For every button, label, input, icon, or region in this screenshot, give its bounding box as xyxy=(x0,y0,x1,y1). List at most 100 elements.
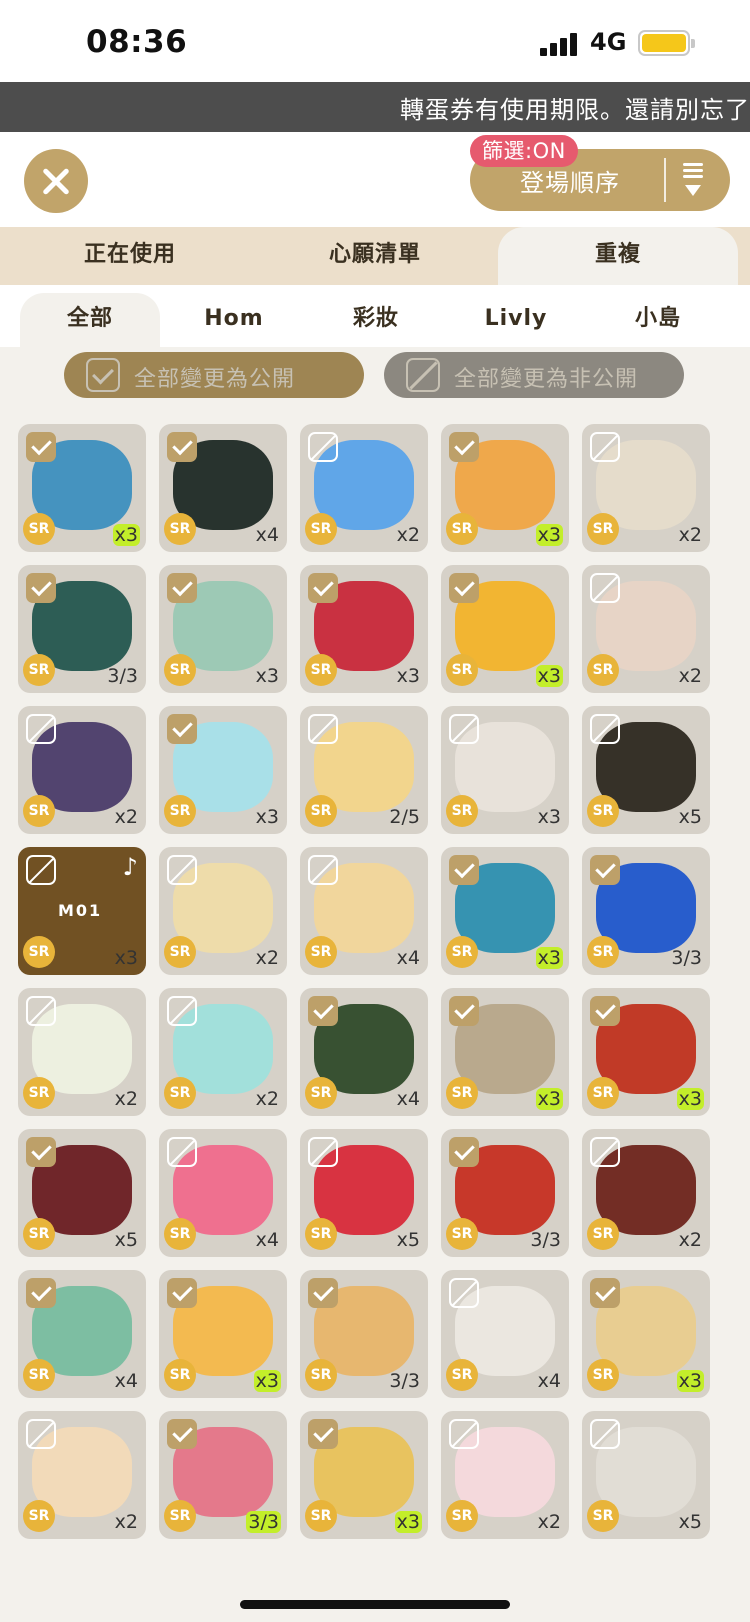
item-card[interactable]: SR 3/3 xyxy=(18,565,146,693)
item-checkbox-unchecked[interactable] xyxy=(449,714,479,744)
item-card[interactable]: SR x5 xyxy=(300,1129,428,1257)
item-checkbox-checked[interactable] xyxy=(167,1419,197,1449)
item-card[interactable]: SR 3/3 xyxy=(582,847,710,975)
item-card[interactable]: SR x2 xyxy=(18,706,146,834)
item-card[interactable]: SR x3 xyxy=(441,847,569,975)
item-checkbox-unchecked[interactable] xyxy=(167,996,197,1026)
sort-icon[interactable] xyxy=(680,163,706,197)
item-checkbox-unchecked[interactable] xyxy=(26,1419,56,1449)
item-card[interactable]: SR x2 xyxy=(159,847,287,975)
tab-hom[interactable]: Hom xyxy=(164,293,304,347)
item-checkbox-checked[interactable] xyxy=(167,573,197,603)
item-checkbox-unchecked[interactable] xyxy=(167,1137,197,1167)
item-card[interactable]: SR 3/3 xyxy=(300,1270,428,1398)
item-checkbox-unchecked[interactable] xyxy=(26,714,56,744)
home-indicator xyxy=(240,1600,510,1609)
item-quantity: x2 xyxy=(114,806,138,828)
item-card[interactable]: SR x2 xyxy=(582,565,710,693)
item-card[interactable]: SR x3 xyxy=(441,565,569,693)
item-card[interactable]: SR x5 xyxy=(582,706,710,834)
item-card[interactable]: SR x4 xyxy=(159,424,287,552)
item-checkbox-unchecked[interactable] xyxy=(449,1419,479,1449)
item-checkbox-unchecked[interactable] xyxy=(590,573,620,603)
item-checkbox-checked[interactable] xyxy=(449,1137,479,1167)
item-card[interactable]: SR x4 xyxy=(300,847,428,975)
close-icon[interactable] xyxy=(24,149,88,213)
tab-duplicates[interactable]: 重複 xyxy=(498,227,738,285)
item-card[interactable]: SR x4 xyxy=(441,1270,569,1398)
item-card[interactable]: SR x3 xyxy=(159,1270,287,1398)
item-card[interactable]: SR x2 xyxy=(159,988,287,1116)
item-card[interactable]: SR x3 xyxy=(582,988,710,1116)
item-card[interactable]: SR x3 xyxy=(300,565,428,693)
item-card[interactable]: SR x3 xyxy=(441,706,569,834)
item-card[interactable]: SR x3 xyxy=(18,424,146,552)
item-card[interactable]: SR x2 xyxy=(300,424,428,552)
item-checkbox-checked[interactable] xyxy=(26,432,56,462)
item-checkbox-unchecked[interactable] xyxy=(449,1278,479,1308)
filter-badge[interactable]: 篩選:ON xyxy=(470,135,578,167)
item-card[interactable]: SR 2/5 xyxy=(300,706,428,834)
item-checkbox-unchecked[interactable] xyxy=(308,855,338,885)
rarity-badge: SR xyxy=(587,936,619,968)
item-checkbox-checked[interactable] xyxy=(449,996,479,1026)
item-card[interactable]: SR x2 xyxy=(18,1411,146,1539)
item-checkbox-checked[interactable] xyxy=(590,1278,620,1308)
item-card[interactable]: SR x2 xyxy=(582,1129,710,1257)
item-card[interactable]: SR x4 xyxy=(300,988,428,1116)
tab-livly[interactable]: Livly xyxy=(446,293,586,347)
item-checkbox-checked[interactable] xyxy=(308,996,338,1026)
item-checkbox-checked[interactable] xyxy=(449,573,479,603)
item-checkbox-checked[interactable] xyxy=(449,432,479,462)
item-card[interactable]: SR x4 xyxy=(18,1270,146,1398)
item-card[interactable]: SR x3 xyxy=(159,565,287,693)
item-card[interactable]: SR x2 xyxy=(582,424,710,552)
item-card[interactable]: SR x2 xyxy=(18,988,146,1116)
item-quantity: x4 xyxy=(255,1229,279,1251)
item-checkbox-checked[interactable] xyxy=(308,1278,338,1308)
item-checkbox-unchecked[interactable] xyxy=(590,432,620,462)
item-card[interactable]: SR x5 xyxy=(18,1129,146,1257)
item-checkbox-unchecked[interactable] xyxy=(167,855,197,885)
item-checkbox-checked[interactable] xyxy=(308,1419,338,1449)
item-checkbox-unchecked[interactable] xyxy=(26,855,56,885)
item-checkbox-checked[interactable] xyxy=(167,1278,197,1308)
item-card[interactable]: M01 ♪ SR x3 xyxy=(18,847,146,975)
item-card[interactable]: SR 3/3 xyxy=(441,1129,569,1257)
item-card[interactable]: SR x3 xyxy=(582,1270,710,1398)
item-card[interactable]: SR x4 xyxy=(159,1129,287,1257)
tab-wishlist[interactable]: 心願清單 xyxy=(255,227,495,285)
make-all-private-button[interactable]: 全部變更為非公開 xyxy=(384,352,684,398)
item-card[interactable]: SR 3/3 xyxy=(159,1411,287,1539)
item-checkbox-checked[interactable] xyxy=(26,1137,56,1167)
item-checkbox-unchecked[interactable] xyxy=(308,714,338,744)
tab-makeup[interactable]: 彩妝 xyxy=(306,293,446,347)
rarity-badge: SR xyxy=(305,936,337,968)
item-card[interactable]: SR x2 xyxy=(441,1411,569,1539)
item-checkbox-checked[interactable] xyxy=(590,996,620,1026)
item-checkbox-checked[interactable] xyxy=(308,573,338,603)
item-checkbox-checked[interactable] xyxy=(449,855,479,885)
item-card[interactable]: SR x5 xyxy=(582,1411,710,1539)
item-checkbox-checked[interactable] xyxy=(167,432,197,462)
item-checkbox-unchecked[interactable] xyxy=(308,432,338,462)
tab-all[interactable]: 全部 xyxy=(20,293,160,347)
item-checkbox-unchecked[interactable] xyxy=(590,714,620,744)
item-card[interactable]: SR x3 xyxy=(300,1411,428,1539)
tab-in-use[interactable]: 正在使用 xyxy=(10,227,250,285)
rarity-badge: SR xyxy=(587,1077,619,1109)
item-checkbox-checked[interactable] xyxy=(167,714,197,744)
make-all-public-button[interactable]: 全部變更為公開 xyxy=(64,352,364,398)
item-checkbox-unchecked[interactable] xyxy=(590,1419,620,1449)
item-checkbox-checked[interactable] xyxy=(590,855,620,885)
item-card[interactable]: SR x3 xyxy=(159,706,287,834)
item-checkbox-checked[interactable] xyxy=(26,1278,56,1308)
item-card[interactable]: SR x3 xyxy=(441,424,569,552)
item-checkbox-unchecked[interactable] xyxy=(308,1137,338,1167)
item-checkbox-checked[interactable] xyxy=(26,573,56,603)
tab-island[interactable]: 小島 xyxy=(588,293,728,347)
item-checkbox-unchecked[interactable] xyxy=(26,996,56,1026)
item-checkbox-unchecked[interactable] xyxy=(590,1137,620,1167)
item-card[interactable]: SR x3 xyxy=(441,988,569,1116)
item-quantity: x4 xyxy=(114,1370,138,1392)
